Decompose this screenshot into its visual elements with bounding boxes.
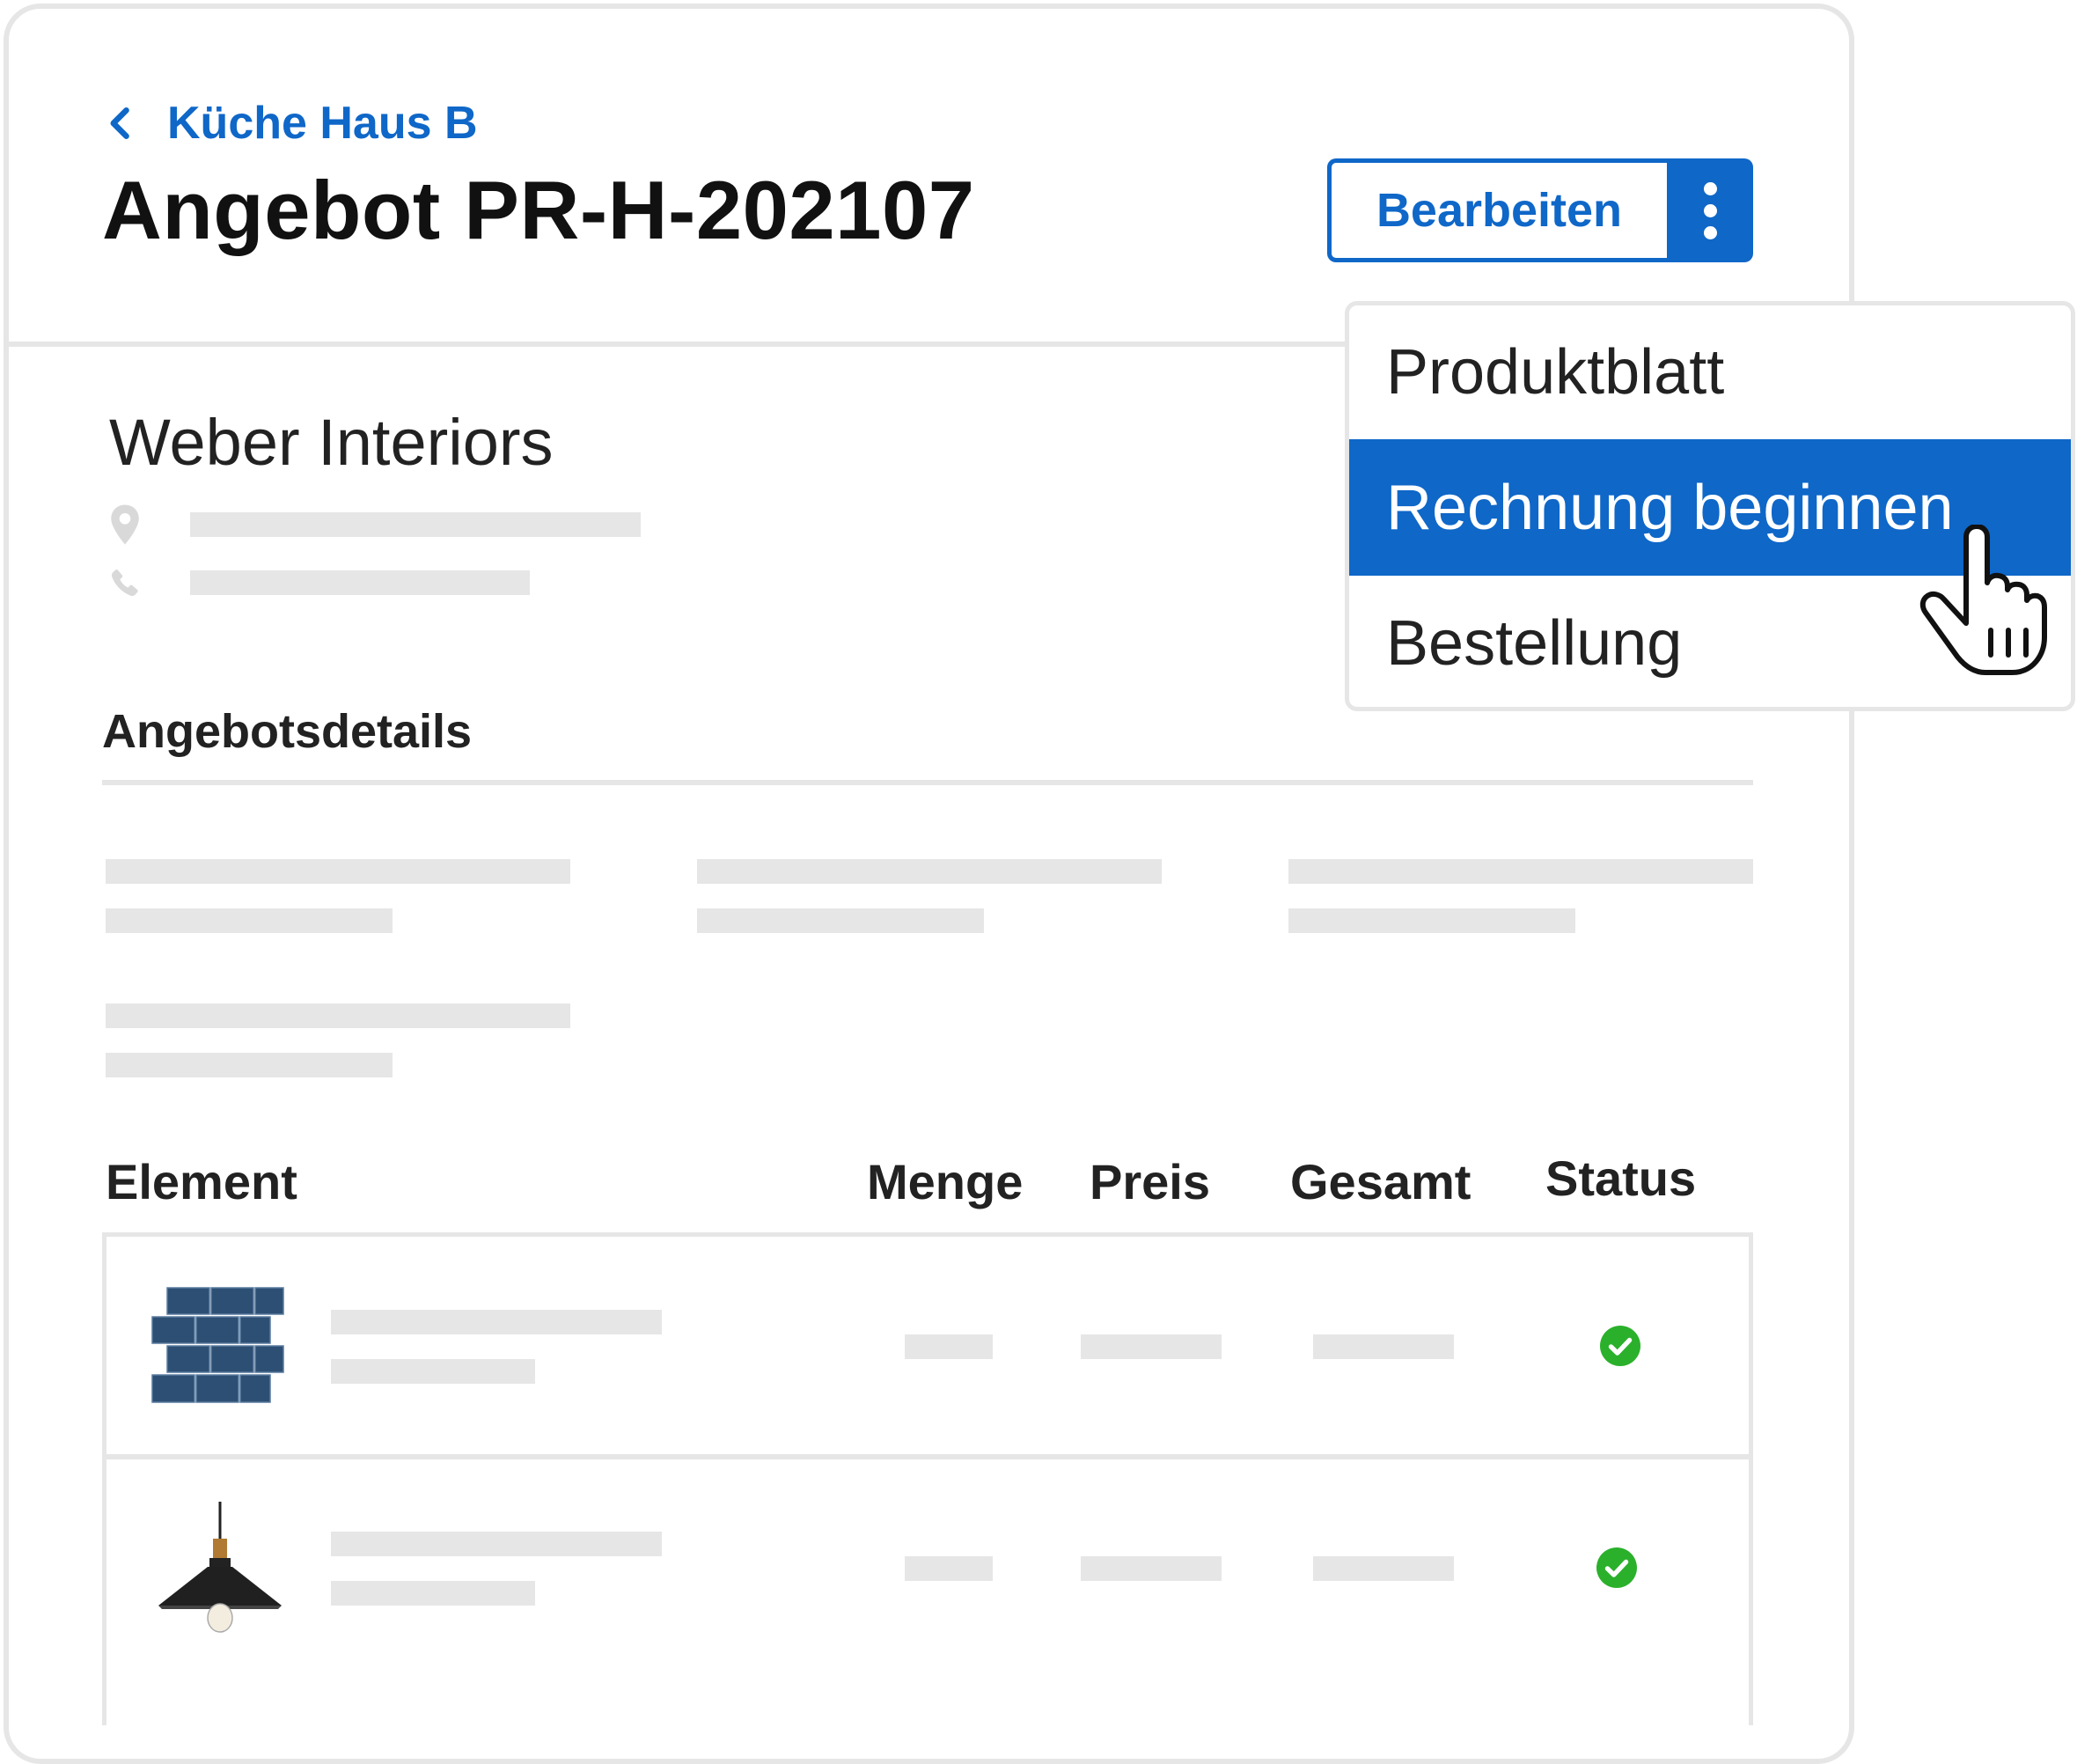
company-name: Weber Interiors [109, 406, 554, 479]
price-placeholder [1081, 1334, 1222, 1359]
check-icon [1600, 1326, 1640, 1366]
item-name-placeholder [331, 1310, 662, 1334]
more-options-button[interactable] [1667, 158, 1753, 262]
detail-placeholder [106, 1003, 570, 1028]
item-desc-placeholder [331, 1581, 535, 1606]
header-divider [9, 342, 1355, 347]
edit-button[interactable]: Bearbeiten [1327, 158, 1667, 262]
total-placeholder [1313, 1334, 1454, 1359]
address-placeholder [190, 512, 641, 537]
page-title: Angebot PR-H-202107 [102, 164, 975, 256]
row-divider [102, 1454, 1753, 1459]
phone-row [109, 562, 530, 604]
column-header-gesamt[interactable]: Gesamt [1290, 1153, 1471, 1210]
back-link[interactable]: Küche Haus B [102, 97, 478, 150]
edit-split-button: Bearbeiten [1327, 158, 1753, 262]
location-pin-icon [111, 504, 139, 545]
kebab-menu-icon [1703, 181, 1717, 195]
detail-placeholder [1288, 908, 1575, 933]
quantity-placeholder [905, 1334, 993, 1359]
price-placeholder [1081, 1556, 1222, 1581]
detail-placeholder [106, 1053, 393, 1077]
detail-placeholder [697, 859, 1162, 884]
column-header-menge[interactable]: Menge [867, 1153, 1023, 1210]
detail-placeholder [1288, 859, 1753, 884]
details-section-title: Angebotsdetails [102, 705, 473, 758]
address-row [109, 503, 641, 546]
column-header-element[interactable]: Element [106, 1153, 297, 1210]
quantity-placeholder [905, 1556, 993, 1581]
details-divider [102, 780, 1753, 785]
hand-pointer-cursor-icon [1919, 525, 2047, 675]
detail-placeholder [106, 859, 570, 884]
menu-item-produktblatt[interactable]: Produktblatt [1349, 305, 2071, 439]
total-placeholder [1313, 1556, 1454, 1581]
back-link-label: Küche Haus B [167, 98, 478, 149]
detail-placeholder [697, 908, 984, 933]
pendant-lamp-thumbnail [158, 1502, 282, 1633]
chevron-left-icon [110, 107, 129, 139]
detail-placeholder [106, 908, 393, 933]
item-desc-placeholder [331, 1359, 535, 1384]
item-name-placeholder [331, 1532, 662, 1556]
phone-icon [111, 570, 138, 597]
phone-placeholder [190, 570, 530, 595]
column-header-preis[interactable]: Preis [1090, 1153, 1210, 1210]
column-header-status[interactable]: Status [1545, 1150, 1696, 1207]
tile-thumbnail [151, 1287, 284, 1403]
check-icon [1596, 1547, 1637, 1588]
items-table [102, 1232, 1753, 1725]
